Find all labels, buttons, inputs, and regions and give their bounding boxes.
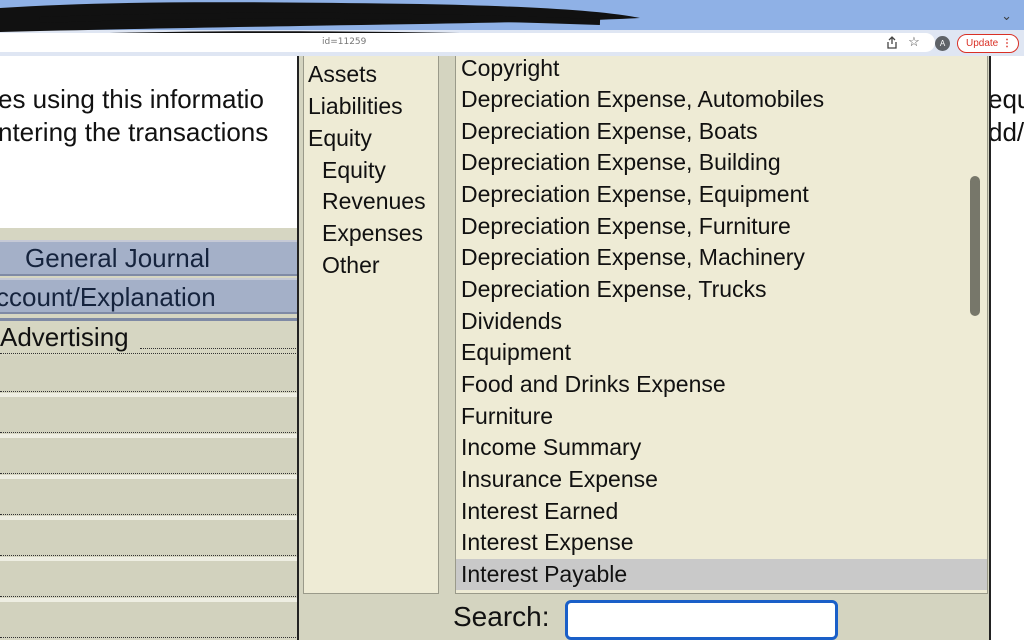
- account-item[interactable]: Dividends: [456, 306, 987, 337]
- journal-row[interactable]: [0, 561, 298, 597]
- instruction-line-1-right: equ: [988, 84, 1024, 114]
- avatar[interactable]: A: [935, 36, 950, 51]
- account-item[interactable]: Interest Earned: [456, 496, 987, 527]
- chevron-down-icon[interactable]: ⌄: [1001, 8, 1012, 24]
- category-revenues[interactable]: Revenues: [322, 188, 426, 215]
- update-button[interactable]: Update ⋮: [957, 34, 1019, 53]
- account-item[interactable]: Depreciation Expense, Machinery: [456, 242, 987, 273]
- url-text: id=11259: [322, 37, 367, 47]
- category-list: Assets Liabilities Equity Equity Revenue…: [303, 56, 439, 594]
- category-assets[interactable]: Assets: [308, 61, 377, 88]
- update-label: Update: [966, 38, 999, 49]
- account-item[interactable]: Copyright: [456, 56, 987, 84]
- account-item[interactable]: Equipment: [456, 337, 987, 368]
- journal-row[interactable]: [0, 356, 298, 392]
- category-equity-sub[interactable]: Equity: [322, 157, 386, 184]
- category-expenses[interactable]: Expenses: [322, 220, 423, 247]
- instruction-line-1: es using this informatio: [0, 84, 264, 114]
- account-cell-text: Advertising: [0, 322, 129, 352]
- instruction-line-2-right: dd/: [988, 117, 1024, 147]
- account-item[interactable]: Interest Expense: [456, 527, 987, 558]
- general-journal: General Journal ccount/Explanation Adver…: [0, 228, 300, 640]
- category-equity[interactable]: Equity: [308, 125, 372, 152]
- star-icon[interactable]: ☆: [907, 35, 921, 49]
- account-list[interactable]: Copyright Depreciation Expense, Automobi…: [455, 56, 988, 594]
- account-item[interactable]: Food and Drinks Expense: [456, 369, 987, 400]
- dotted-rule: [140, 348, 296, 349]
- column-header-label: ccount/Explanation: [0, 282, 216, 312]
- journal-row-account[interactable]: Advertising: [0, 318, 298, 354]
- account-item[interactable]: Insurance Expense: [456, 464, 987, 495]
- journal-title: General Journal: [25, 243, 210, 273]
- journal-row[interactable]: [0, 438, 298, 474]
- account-item[interactable]: Depreciation Expense, Building: [456, 147, 987, 178]
- account-item-selected[interactable]: Interest Payable: [456, 559, 987, 590]
- search-label: Search:: [453, 601, 550, 632]
- account-picker: Assets Liabilities Equity Equity Revenue…: [297, 56, 991, 640]
- share-icon[interactable]: [885, 36, 899, 50]
- account-item[interactable]: Income Summary: [456, 432, 987, 463]
- category-liabilities[interactable]: Liabilities: [308, 93, 403, 120]
- category-other[interactable]: Other: [322, 252, 380, 279]
- address-bar[interactable]: id=11259: [0, 33, 935, 52]
- instruction-line-2: ntering the transactions: [0, 117, 269, 147]
- journal-row[interactable]: [0, 520, 298, 556]
- account-item[interactable]: Depreciation Expense, Equipment: [456, 179, 987, 210]
- journal-row[interactable]: [0, 397, 298, 433]
- account-item[interactable]: Depreciation Expense, Boats: [456, 116, 987, 147]
- journal-row[interactable]: [0, 479, 298, 515]
- kebab-menu-icon[interactable]: ⋮: [1002, 35, 1012, 52]
- journal-row[interactable]: [0, 602, 298, 638]
- scrollbar-thumb[interactable]: [970, 176, 980, 316]
- account-item[interactable]: Depreciation Expense, Automobiles: [456, 84, 987, 115]
- column-header: ccount/Explanation: [0, 278, 298, 314]
- account-item[interactable]: Depreciation Expense, Trucks: [456, 274, 987, 305]
- search-input[interactable]: [565, 600, 838, 640]
- journal-title-bar: General Journal: [0, 240, 298, 276]
- account-item[interactable]: Depreciation Expense, Furniture: [456, 211, 987, 242]
- account-item[interactable]: Furniture: [456, 401, 987, 432]
- browser-chrome: ⌄ id=11259 ☆ A Update ⋮: [0, 0, 1024, 56]
